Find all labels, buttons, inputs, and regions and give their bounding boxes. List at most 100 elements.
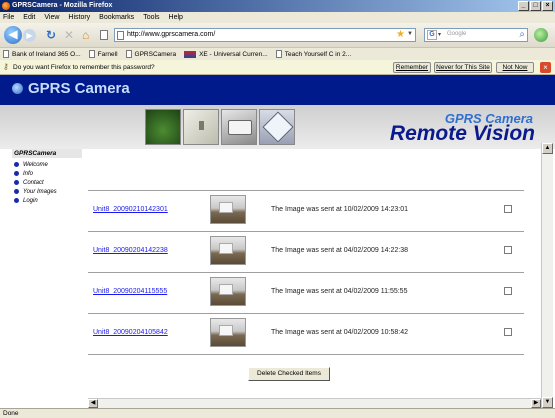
- never-for-site-button[interactable]: Never for This Site: [434, 62, 492, 73]
- table-row: Unit8_20090204142238 The Image was sent …: [88, 232, 524, 272]
- sidebar-item-login[interactable]: Login: [12, 196, 82, 205]
- sidebar-item-welcome[interactable]: Welcome: [12, 160, 82, 169]
- scroll-up-icon[interactable]: ▲: [542, 143, 553, 154]
- bullet-icon: [14, 198, 19, 203]
- leaf-photo: [145, 109, 181, 145]
- remember-button[interactable]: Remember: [393, 62, 431, 73]
- tagline-remote-vision: Remote Vision: [389, 122, 535, 145]
- home-icon[interactable]: ⌂: [82, 29, 89, 41]
- scroll-right-icon[interactable]: ▶: [531, 399, 541, 408]
- page-icon: [3, 50, 9, 58]
- scroll-down-icon[interactable]: ▼: [542, 397, 553, 408]
- sidebar-item-info[interactable]: Info: [12, 169, 82, 178]
- image-sent-text: The Image was sent at 10/02/2009 14:23:0…: [271, 206, 408, 213]
- forward-button[interactable]: ▶: [23, 29, 36, 42]
- bookmark-gprscamera[interactable]: GPRSCamera: [125, 50, 176, 58]
- delete-checked-button[interactable]: Delete Checked Items: [248, 367, 330, 381]
- bookmark-xe[interactable]: XE - Universal Curren...: [184, 50, 268, 58]
- google-icon[interactable]: G: [427, 30, 437, 40]
- xe-icon: [184, 50, 197, 58]
- web-page: GPRS Camera GPRS Camera Remote Vision GP…: [0, 75, 555, 408]
- reload-icon[interactable]: ↻: [46, 29, 56, 41]
- bookmark-farnell[interactable]: Farnell: [88, 50, 118, 58]
- sidebar-item-label: Login: [23, 197, 38, 204]
- site-banner: GPRS Camera: [0, 75, 555, 105]
- table-row: Unit8_20090204115555 The Image was sent …: [88, 273, 524, 313]
- menu-file[interactable]: File: [3, 14, 14, 21]
- menu-tools[interactable]: Tools: [143, 14, 159, 21]
- status-bar: Done: [0, 408, 555, 418]
- bookmark-label: Farnell: [97, 50, 118, 58]
- password-notification-bar: ⚷ Do you want Firefox to remember this p…: [0, 60, 555, 75]
- bookmarks-toolbar: Bank of Ireland 365 O... Farnell GPRSCam…: [0, 47, 555, 60]
- image-sent-text: The Image was sent at 04/02/2009 10:58:4…: [271, 329, 408, 336]
- sidebar-title: GPRSCamera: [12, 149, 82, 158]
- menu-bar: File Edit View History Bookmarks Tools H…: [0, 12, 555, 23]
- bookmark-label: Bank of Ireland 365 O...: [12, 50, 81, 58]
- bullet-icon: [14, 162, 19, 167]
- search-icon[interactable]: ⌕: [519, 29, 525, 40]
- device-photo: [183, 109, 219, 145]
- image-link[interactable]: Unit8_20090204142238: [93, 247, 168, 254]
- page-icon: [88, 50, 95, 58]
- key-icon: ⚷: [3, 62, 9, 71]
- image-link[interactable]: Unit8_20090204115555: [93, 288, 167, 295]
- gprs-logo-icon: [12, 83, 23, 94]
- divider: [88, 354, 524, 355]
- select-checkbox[interactable]: [504, 205, 512, 213]
- bookmark-star-icon[interactable]: ★: [396, 29, 405, 40]
- minimize-button[interactable]: _: [518, 1, 529, 11]
- menu-edit[interactable]: Edit: [23, 14, 35, 21]
- vertical-scrollbar[interactable]: ▲ ▼: [541, 143, 553, 408]
- image-link[interactable]: Unit8_20090210142301: [93, 206, 168, 213]
- address-bar[interactable]: http://www.gprscamera.com/ ★ ▼: [114, 28, 416, 42]
- bookmark-label: Teach Yourself C in 2...: [284, 50, 352, 58]
- search-box[interactable]: G ▾ Google ⌕: [424, 28, 528, 42]
- menu-bookmarks[interactable]: Bookmarks: [99, 14, 134, 21]
- sidebar-item-label: Your Images: [23, 188, 57, 195]
- back-button[interactable]: ◀: [4, 26, 22, 44]
- addon-icon[interactable]: [534, 28, 548, 42]
- address-dropdown-icon[interactable]: ▼: [407, 31, 413, 37]
- banner-title: GPRS Camera: [28, 80, 130, 97]
- menu-help[interactable]: Help: [169, 14, 183, 21]
- close-notification-icon[interactable]: ×: [540, 62, 551, 73]
- image-link[interactable]: Unit8_20090204105842: [93, 329, 168, 336]
- sidebar-menu: GPRSCamera Welcome Info Contact Your Ima…: [12, 149, 82, 205]
- sidebar-item-label: Welcome: [23, 161, 48, 168]
- close-button[interactable]: ×: [542, 1, 553, 11]
- search-engine-dropdown-icon[interactable]: ▾: [438, 31, 441, 38]
- image-thumbnail[interactable]: [210, 195, 246, 224]
- select-checkbox[interactable]: [504, 328, 512, 336]
- not-now-button[interactable]: Not Now: [496, 62, 534, 73]
- bullet-icon: [14, 180, 19, 185]
- image-thumbnail[interactable]: [210, 236, 246, 265]
- address-text: http://www.gprscamera.com/: [127, 31, 216, 38]
- sidebar-item-your-images[interactable]: Your Images: [12, 187, 82, 196]
- table-row: Unit8_20090210142301 The Image was sent …: [88, 191, 524, 231]
- page-icon: [275, 50, 282, 58]
- bullet-icon: [14, 189, 19, 194]
- back-arrow-icon: ◀: [8, 27, 18, 41]
- camera-photo: [221, 109, 257, 145]
- search-placeholder: Google: [447, 31, 467, 37]
- window-title: GPRSCamera - Mozilla Firefox: [12, 2, 113, 9]
- bookmark-teach-yourself-c[interactable]: Teach Yourself C in 2...: [275, 50, 352, 58]
- image-thumbnail[interactable]: [210, 277, 246, 306]
- bookmark-bank-of-ireland[interactable]: Bank of Ireland 365 O...: [3, 50, 81, 58]
- menu-view[interactable]: View: [44, 14, 59, 21]
- select-checkbox[interactable]: [504, 287, 512, 295]
- forward-arrow-icon: ▶: [26, 31, 33, 40]
- page-icon: [100, 30, 108, 40]
- select-checkbox[interactable]: [504, 246, 512, 254]
- scroll-left-icon[interactable]: ◀: [88, 399, 98, 408]
- site-icon: [117, 31, 124, 40]
- sidebar-item-contact[interactable]: Contact: [12, 178, 82, 187]
- firefox-icon: [2, 2, 10, 10]
- sidebar-item-label: Contact: [23, 179, 44, 186]
- menu-history[interactable]: History: [68, 14, 90, 21]
- maximize-button[interactable]: □: [530, 1, 541, 11]
- stop-icon[interactable]: ✕: [64, 29, 74, 41]
- horizontal-scrollbar[interactable]: ◀ ▶: [88, 398, 541, 408]
- image-thumbnail[interactable]: [210, 318, 246, 347]
